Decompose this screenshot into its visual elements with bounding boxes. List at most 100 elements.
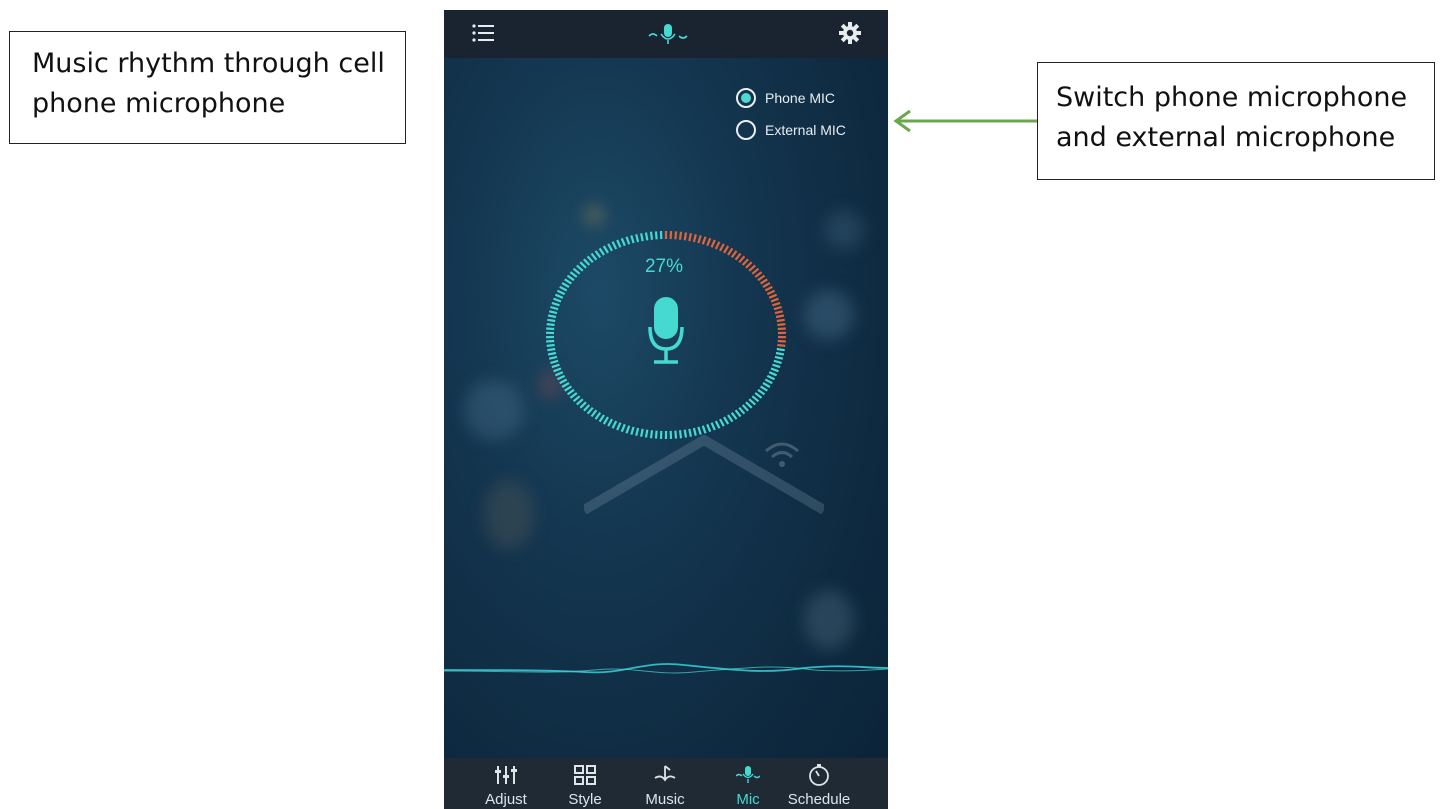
level-tick [678, 231, 683, 240]
level-tick [719, 418, 725, 427]
level-tick [559, 378, 568, 385]
level-tick [590, 252, 598, 261]
level-tick [569, 271, 578, 278]
timer-icon [809, 764, 829, 786]
tab-schedule[interactable]: Schedule [779, 758, 859, 809]
tab-style[interactable]: Style [545, 758, 625, 809]
level-tick [561, 382, 570, 388]
level-tick [547, 318, 556, 323]
phone-mic-option[interactable]: Phone MIC [736, 88, 835, 108]
level-tick [583, 404, 591, 412]
top-bar [444, 10, 888, 58]
level-tick [554, 371, 564, 377]
annotation-arrow [893, 109, 1037, 133]
menu-icon[interactable] [472, 24, 494, 42]
tab-mic-label: Mic [736, 791, 760, 808]
background-bokeh [584, 205, 604, 225]
tab-mic[interactable]: Mic [708, 758, 788, 809]
microphone-icon[interactable] [648, 297, 684, 365]
level-tick [738, 255, 746, 264]
annotation-right-text: Switch phone microphone and external mic… [1056, 82, 1408, 153]
level-tick [674, 231, 678, 240]
level-tick [777, 343, 786, 347]
level-tick [723, 416, 730, 425]
level-tick [773, 359, 782, 365]
level-tick [649, 430, 654, 439]
level-tick [678, 430, 683, 439]
sliders-icon [495, 766, 517, 784]
level-tick [607, 418, 613, 427]
level-tick [611, 420, 618, 429]
grid-icon [574, 765, 596, 785]
level-tick [572, 395, 581, 403]
music-note-icon [654, 765, 676, 782]
level-tick [734, 409, 742, 418]
level-tick [745, 261, 753, 269]
level-tick [701, 236, 707, 245]
level-tick [546, 327, 555, 331]
level-tick [772, 363, 781, 369]
level-tick [566, 274, 575, 282]
level-tick [548, 355, 558, 360]
phone-mic-label: Phone MIC [765, 90, 836, 106]
level-tick [561, 282, 570, 288]
level-tick [607, 243, 613, 252]
level-tick [777, 327, 786, 331]
level-tick [644, 232, 649, 241]
level-tick [559, 285, 568, 292]
level-tick [741, 404, 749, 412]
level-tick [730, 250, 738, 258]
tab-music[interactable]: Music [625, 758, 705, 809]
tab-music-label: Music [645, 791, 685, 808]
level-tick [688, 428, 692, 437]
level-tick [768, 293, 778, 299]
level-tick [625, 236, 631, 245]
level-tick [692, 427, 697, 436]
level-tick [701, 425, 707, 434]
level-tick [692, 234, 697, 243]
level-tick [594, 412, 602, 420]
level-tick [762, 382, 771, 388]
level-tick [553, 367, 562, 373]
level-tick [553, 297, 562, 303]
background-bokeh [824, 210, 864, 250]
level-tick [683, 232, 688, 241]
radio-button-unselected[interactable] [736, 120, 756, 140]
level-tick [630, 426, 635, 435]
level-tick [760, 385, 768, 392]
level-tick [616, 239, 622, 248]
level-tick [576, 398, 584, 406]
tab-schedule-label: Schedule [787, 791, 851, 808]
mic-level-percent: 27% [644, 256, 684, 277]
radio-button-selected[interactable] [736, 88, 756, 108]
level-tick [579, 401, 587, 409]
level-tick [594, 250, 602, 258]
level-tick [751, 395, 760, 403]
level-tick [625, 425, 631, 434]
level-tick [688, 233, 692, 242]
level-tick [620, 423, 626, 433]
external-mic-option[interactable]: External MIC [736, 120, 846, 140]
level-tick [745, 401, 753, 409]
level-tick [714, 420, 721, 429]
level-tick [710, 239, 716, 248]
level-tick [635, 234, 640, 243]
background-bokeh [804, 590, 854, 650]
level-tick [616, 422, 622, 431]
level-tick [706, 237, 712, 247]
level-tick [569, 392, 578, 399]
level-tick [547, 347, 556, 352]
level-tick [551, 301, 560, 307]
tab-adjust[interactable]: Adjust [466, 758, 546, 809]
level-tick [547, 351, 557, 356]
level-tick [727, 414, 734, 423]
level-tick [620, 237, 626, 247]
level-tick [550, 359, 559, 365]
tab-adjust-label: Adjust [485, 791, 527, 808]
level-tick [714, 241, 721, 250]
level-tick [768, 371, 778, 377]
level-tick [611, 241, 618, 250]
microphone-wave-icon [648, 24, 688, 44]
gear-icon[interactable] [839, 22, 861, 44]
level-tick [644, 429, 649, 438]
